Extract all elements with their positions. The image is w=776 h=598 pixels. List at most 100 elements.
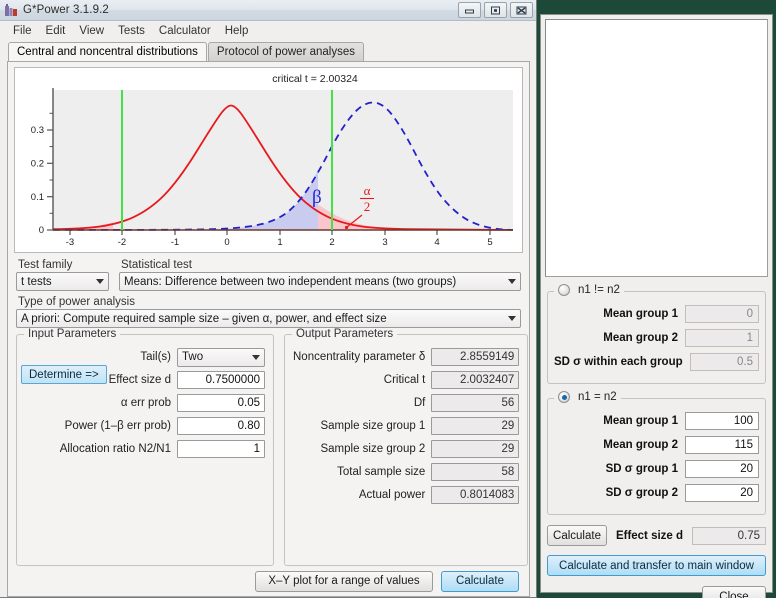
input-row-alpha: α err prob 0.05 [25,393,265,413]
power-input[interactable]: 0.80 [177,417,265,435]
tab-content-panel: critical t = 2.00324 0 0.1 0.2 0.3 -3 -2… [7,61,530,597]
output-row-n2: Sample size group 2 29 [293,439,520,459]
distribution-plot[interactable]: critical t = 2.00324 0 0.1 0.2 0.3 -3 -2… [14,67,523,253]
tab-label: Central and noncentral distributions [17,46,198,58]
tails-select[interactable]: Two [177,347,265,367]
drawer-blank-display-area [545,19,768,277]
input-parameters-group: Input Parameters Determine => Tail(s) Tw… [16,328,274,566]
input-label-effect-size: Effect size d [108,374,171,386]
desktop-background: G*Power 3.1.9.2 File Edit View Tests Cal… [0,0,776,598]
chevron-down-icon [252,354,260,360]
tab-strip: Central and noncentral distributions Pro… [0,41,536,61]
drawer-effect-size-output: 0.75 [692,526,766,545]
unequal-n-label: n1 != n2 [578,284,620,296]
equal-n-label: n1 = n2 [578,391,617,403]
svg-text:4: 4 [434,237,439,248]
xy-plot-button[interactable]: X–Y plot for a range of values [255,570,433,592]
drawer-calculate-button-label: Calculate [553,529,601,542]
menu-bar: File Edit View Tests Calculator Help [0,21,536,40]
input-row-allocation-ratio: Allocation ratio N2/N1 1 [25,439,265,459]
label-mean-group-2: Mean group 2 [603,439,678,451]
chevron-down-icon [508,316,516,321]
unequal-n-group: n1 != n2 Mean group 1 0 Mean group 2 1 S… [547,284,766,384]
mean-group-1-input[interactable]: 100 [685,412,759,430]
label-mean-group-1-unequal: Mean group 1 [603,308,678,320]
minimize-button[interactable] [458,2,481,18]
tab-central-noncentral-distributions[interactable]: Central and noncentral distributions [8,42,207,61]
mean-group-2-unequal-input[interactable]: 1 [685,329,759,347]
calculate-and-transfer-button[interactable]: Calculate and transfer to main window [547,555,766,576]
menu-item-view[interactable]: View [72,24,111,38]
allocation-ratio-input[interactable]: 1 [177,440,265,458]
total-sample-size-output: 58 [431,463,520,481]
menu-item-calculator[interactable]: Calculator [152,24,218,38]
drawer-close-button-label: Close [719,590,749,598]
sd-within-each-group-input[interactable]: 0.5 [689,353,759,371]
effect-size-input[interactable]: 0.7500000 [177,371,265,389]
test-family-label: Test family [18,259,73,271]
output-parameters-group: Output Parameters Noncentrality paramete… [284,328,529,566]
sample-size-group-1-output: 29 [431,417,520,435]
sample-size-group-2-output: 29 [431,440,520,458]
svg-text:-3: -3 [66,237,74,248]
mean-group-1-unequal-input[interactable]: 0 [685,305,759,323]
drawer-calculate-row: Calculate Effect size d 0.75 [547,525,766,546]
xy-plot-button-label: X–Y plot for a range of values [268,575,420,587]
alpha-err-prob-input[interactable]: 0.05 [177,394,265,412]
radio-n1-not-equal-n2[interactable] [558,284,570,296]
menu-item-edit[interactable]: Edit [39,24,73,38]
sd-group-1-input[interactable]: 20 [685,460,759,478]
drawer-close-row: Close [547,586,766,598]
calculate-button[interactable]: Calculate [441,570,519,592]
close-button[interactable] [510,2,533,18]
statistical-test-value: Means: Difference between two independen… [124,275,457,288]
main-window: G*Power 3.1.9.2 File Edit View Tests Cal… [0,0,537,598]
drawer-row-sd-within-group: SD σ within each group 0.5 [554,352,759,372]
tab-protocol-of-power-analyses[interactable]: Protocol of power analyses [207,42,364,61]
power-analysis-type-value: A priori: Compute required sample size –… [21,312,387,325]
output-row-actual-power: Actual power 0.8014083 [293,485,520,505]
output-label-n1: Sample size group 1 [320,420,426,432]
input-parameters-legend: Input Parameters [24,328,121,340]
drawer-effect-size-label: Effect size d [615,529,684,542]
mean-group-2-input[interactable]: 115 [685,436,759,454]
df-output: 56 [431,394,520,412]
label-sd-group-1: SD σ group 1 [605,463,678,475]
test-family-value: t tests [21,275,52,288]
svg-text:-2: -2 [118,237,126,248]
output-row-n1: Sample size group 1 29 [293,416,520,436]
menu-item-help[interactable]: Help [218,24,256,38]
gpower-app-icon [4,3,18,17]
drawer-row-sd-group-1: SD σ group 1 20 [554,459,759,479]
svg-text:1: 1 [277,237,282,248]
power-analysis-type-select[interactable]: A priori: Compute required sample size –… [16,309,521,328]
statistical-test-select[interactable]: Means: Difference between two independen… [119,272,521,291]
test-family-select[interactable]: t tests [16,272,109,291]
drawer-calculate-button[interactable]: Calculate [547,525,607,546]
maximize-button[interactable] [484,2,507,18]
calculate-button-label: Calculate [456,575,504,587]
menu-item-tests[interactable]: Tests [111,24,152,38]
equal-n-legend: n1 = n2 [554,391,621,403]
input-row-tails: Tail(s) Two [25,347,265,367]
parameters-area: Input Parameters Determine => Tail(s) Tw… [8,328,529,566]
output-label-ncp: Noncentrality parameter δ [293,351,426,363]
sd-group-2-input[interactable]: 20 [685,484,759,502]
drawer-body: n1 != n2 Mean group 1 0 Mean group 2 1 S… [541,277,772,598]
chart-title: critical t = 2.00324 [272,73,358,85]
svg-text:0: 0 [224,237,229,248]
output-row-ncp: Noncentrality parameter δ 2.8559149 [293,347,520,367]
input-label-alpha: α err prob [120,397,171,409]
menu-item-file[interactable]: File [6,24,39,38]
output-label-critical-t: Critical t [383,374,426,386]
input-label-tails: Tail(s) [140,351,171,363]
drawer-close-button[interactable]: Close [702,586,766,598]
svg-text:0.3: 0.3 [31,125,44,136]
output-parameters-legend: Output Parameters [292,328,398,340]
radio-n1-equals-n2[interactable] [558,391,570,403]
svg-text:2: 2 [329,237,334,248]
determine-button[interactable]: Determine => [21,365,107,384]
svg-text:0: 0 [39,225,44,236]
output-label-actual-power: Actual power [358,489,426,501]
label-mean-group-2-unequal: Mean group 2 [603,332,678,344]
